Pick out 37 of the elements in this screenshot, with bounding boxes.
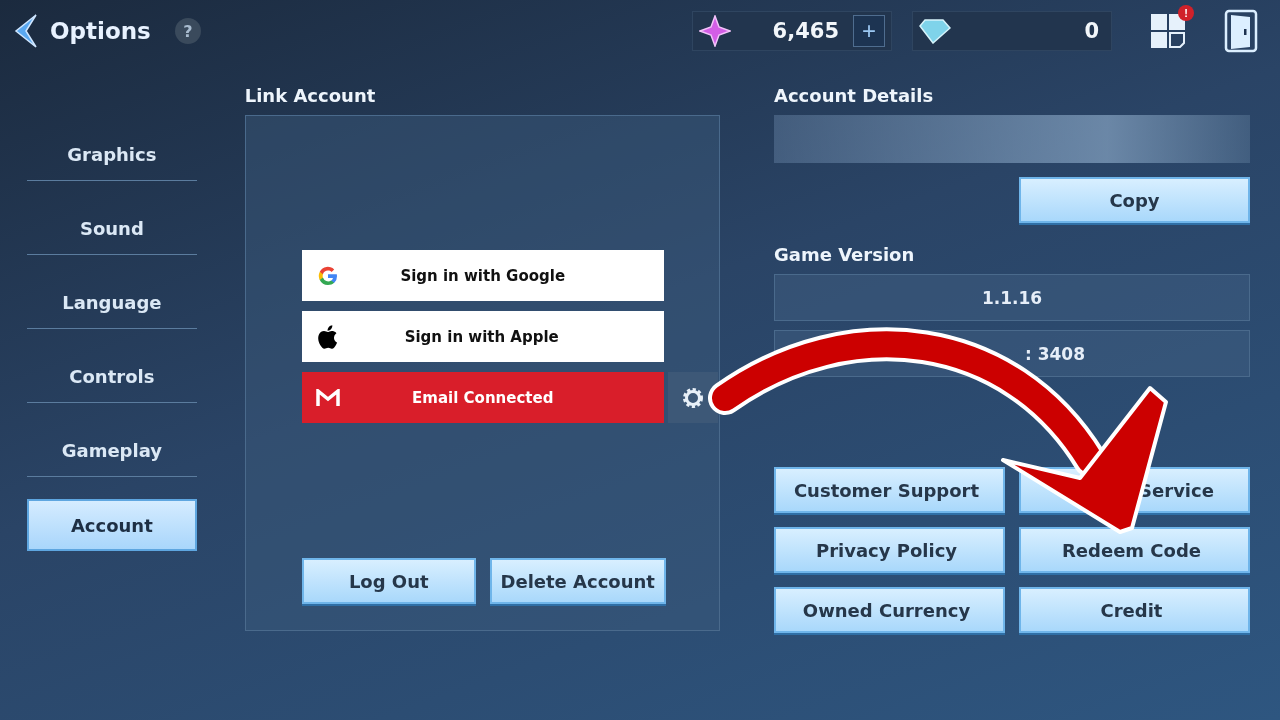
grid-icon xyxy=(1150,13,1186,49)
copy-button[interactable]: Copy xyxy=(1019,177,1250,223)
menu-button[interactable]: Customer Support xyxy=(774,467,1005,513)
mail-icon xyxy=(315,388,340,407)
section-title: Account Details xyxy=(774,84,935,108)
sidebar-tab[interactable]: Graphics xyxy=(27,129,197,181)
currency-amount: 0 xyxy=(1083,19,1100,43)
build-value: : 3408 xyxy=(774,330,1250,377)
exit-door-icon[interactable] xyxy=(1224,9,1258,53)
apple-icon xyxy=(315,324,338,349)
sidebar-tab[interactable]: Controls xyxy=(27,351,197,403)
menu-button[interactable]: Privacy Policy xyxy=(774,527,1005,573)
menu-button[interactable]: Credit xyxy=(1019,587,1250,633)
currency-amount: 6,465 xyxy=(771,19,840,43)
settings-button[interactable] xyxy=(667,372,718,423)
section-title: Link Account xyxy=(244,84,377,108)
sign-in-button[interactable]: Email Connected xyxy=(301,372,664,423)
sidebar-tab[interactable]: Account xyxy=(27,499,197,551)
section-title: Game Version xyxy=(774,243,916,267)
diamond-icon xyxy=(919,18,951,44)
account-action-button[interactable]: Delete Account xyxy=(489,558,666,604)
crystal-icon xyxy=(699,15,731,47)
notification-badge: ! xyxy=(1178,5,1194,21)
sign-in-button[interactable]: Sign in with Apple xyxy=(301,311,664,362)
version-value: 1.1.16 xyxy=(774,274,1250,321)
sidebar-tab[interactable]: Sound xyxy=(27,203,197,255)
sidebar-tab[interactable]: Language xyxy=(27,277,197,329)
page-title: Options xyxy=(50,18,151,44)
help-icon[interactable]: ? xyxy=(174,18,201,44)
menu-button[interactable]: Redeem Code xyxy=(1019,527,1250,573)
back-icon[interactable] xyxy=(12,13,40,49)
account-action-button[interactable]: Log Out xyxy=(301,558,476,604)
add-currency-button[interactable]: + xyxy=(853,15,885,47)
menu-button[interactable]: Owned Currency xyxy=(774,587,1005,633)
sidebar-tab[interactable]: Gameplay xyxy=(27,425,197,477)
sign-in-button[interactable]: Sign in with Google xyxy=(301,250,664,301)
grid-menu-button[interactable]: ! xyxy=(1142,5,1194,57)
